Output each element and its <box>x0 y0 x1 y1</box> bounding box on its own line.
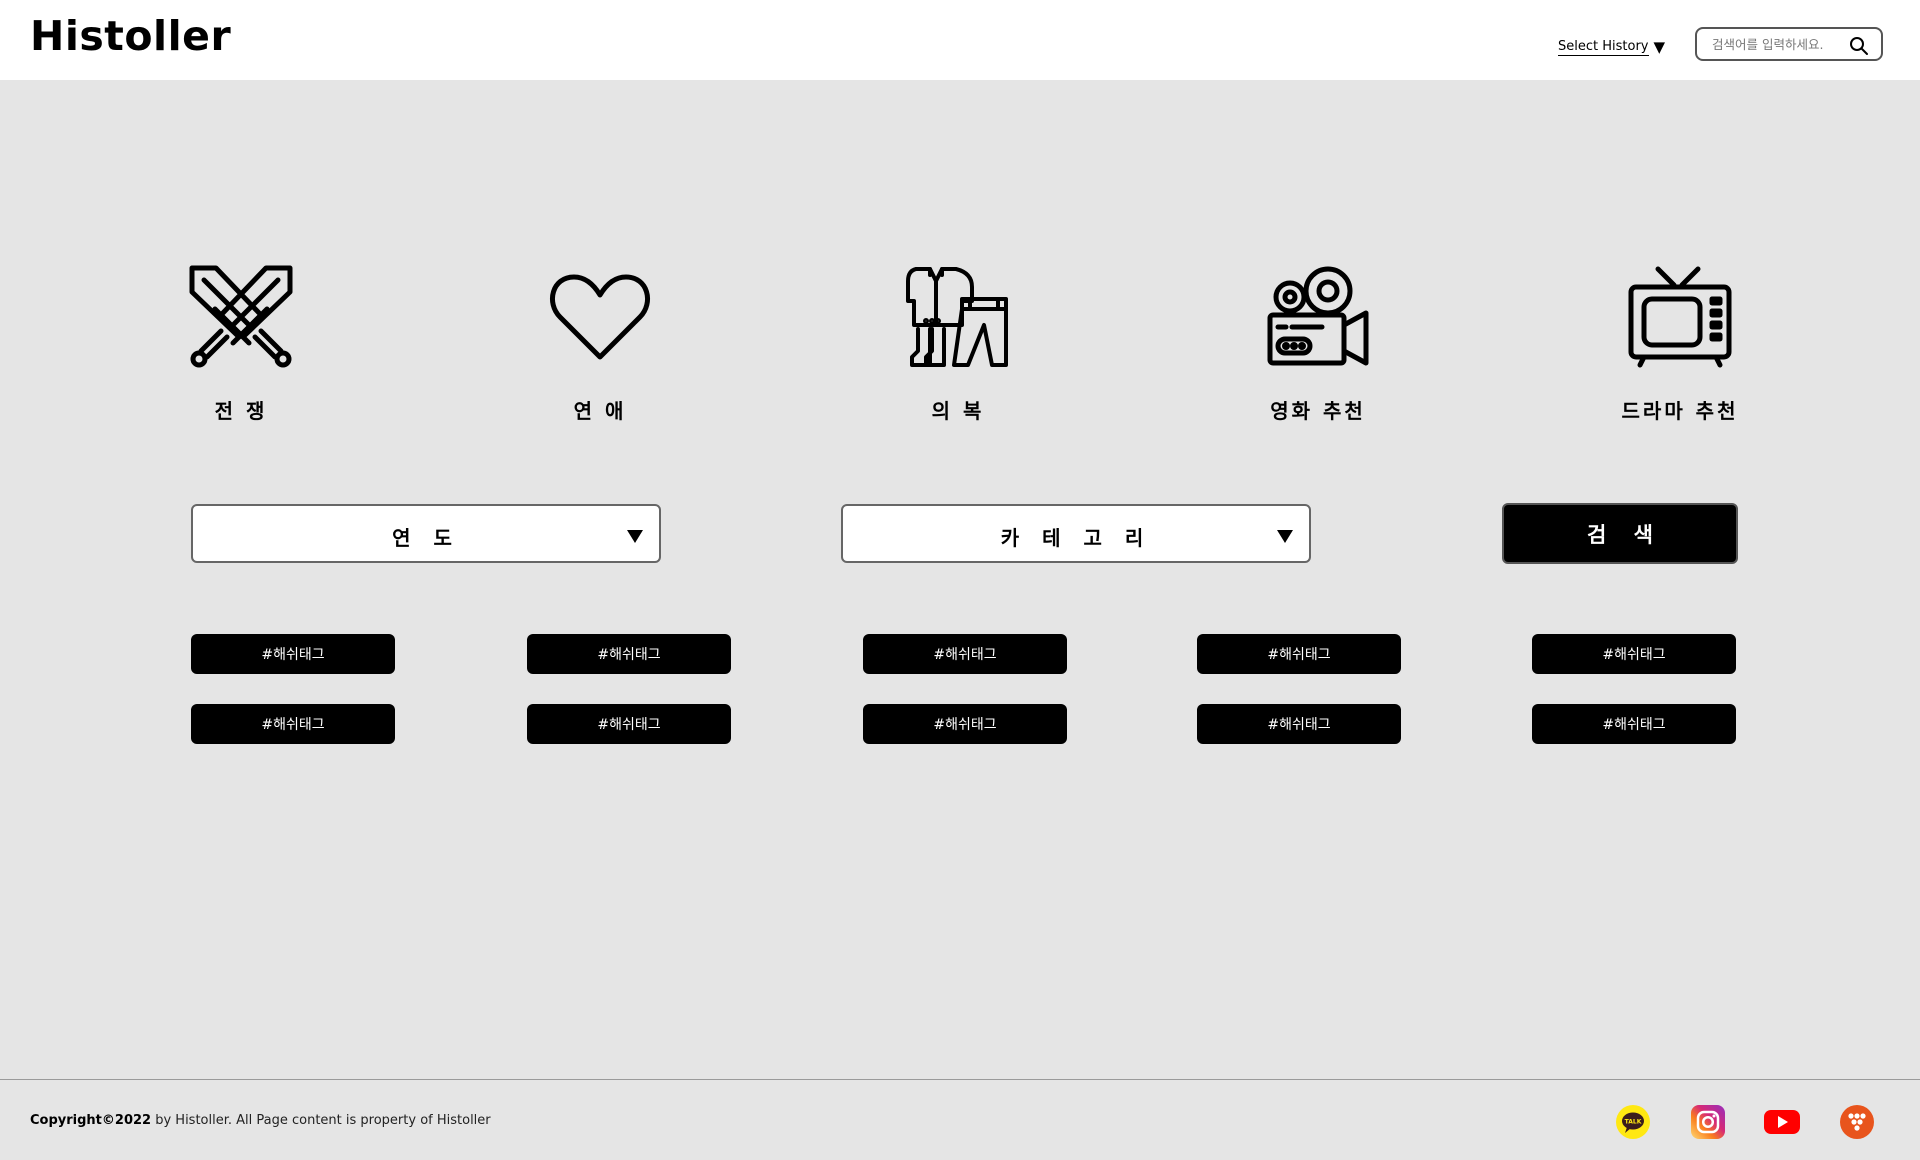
category-label: 연 애 <box>573 399 627 423</box>
footer-divider <box>0 1079 1920 1080</box>
category-drama[interactable]: 드라마 추천 <box>1560 265 1800 424</box>
hashtag-button[interactable]: #해쉬태그 <box>1532 704 1736 744</box>
youtube-icon[interactable] <box>1764 1105 1800 1139</box>
hashtag-button[interactable]: #해쉬태그 <box>1532 634 1736 674</box>
header: Histoller Select History ▼ <box>0 0 1920 80</box>
search-button[interactable]: 검 색 <box>1502 503 1738 564</box>
clothing-icon <box>838 265 1078 369</box>
copyright-text: by Histoller. All Page content is proper… <box>151 1113 491 1128</box>
triangle-down-icon: ▼ <box>1653 38 1666 56</box>
copyright: Copyright©2022 by Histoller. All Page co… <box>30 1113 491 1128</box>
history-select[interactable]: Select History ▼ <box>1558 38 1665 56</box>
hashtag-button[interactable]: #해쉬태그 <box>191 634 395 674</box>
category-label: 영화 추천 <box>1270 399 1366 423</box>
category-clothing[interactable]: 의 복 <box>838 265 1078 424</box>
search-icon[interactable] <box>1849 36 1869 60</box>
history-select-label: Select History <box>1558 38 1649 56</box>
hashtag-button[interactable]: #해쉬태그 <box>863 634 1067 674</box>
instagram-icon[interactable] <box>1691 1105 1725 1139</box>
movie-camera-icon <box>1198 265 1438 369</box>
hashtag-button[interactable]: #해쉬태그 <box>527 634 731 674</box>
television-icon <box>1560 265 1800 369</box>
search-box <box>1695 27 1883 61</box>
twitch-icon[interactable] <box>1840 1105 1874 1139</box>
year-dropdown[interactable]: 연 도 <box>191 504 661 563</box>
hashtag-button[interactable]: #해쉬태그 <box>527 704 731 744</box>
category-dropdown-label: 카 테 고 리 <box>1000 526 1152 550</box>
search-input[interactable] <box>1710 35 1842 53</box>
copyright-year: Copyright©2022 <box>30 1113 152 1128</box>
triangle-down-icon <box>1277 528 1293 547</box>
kakaotalk-icon[interactable]: TALK <box>1616 1105 1650 1139</box>
heart-icon <box>480 265 720 369</box>
category-war[interactable]: 전 쟁 <box>121 265 361 424</box>
crossed-swords-icon <box>121 265 361 369</box>
category-label: 드라마 추천 <box>1621 399 1739 423</box>
category-label: 전 쟁 <box>214 399 268 423</box>
hashtag-button[interactable]: #해쉬태그 <box>863 704 1067 744</box>
hashtag-button[interactable]: #해쉬태그 <box>191 704 395 744</box>
category-label: 의 복 <box>931 399 985 423</box>
category-movie[interactable]: 영화 추천 <box>1198 265 1438 424</box>
svg-text:TALK: TALK <box>1625 1119 1642 1126</box>
hashtag-button[interactable]: #해쉬태그 <box>1197 704 1401 744</box>
hashtag-button[interactable]: #해쉬태그 <box>1197 634 1401 674</box>
category-romance[interactable]: 연 애 <box>480 265 720 424</box>
triangle-down-icon <box>627 528 643 547</box>
category-dropdown[interactable]: 카 테 고 리 <box>841 504 1311 563</box>
logo[interactable]: Histoller <box>30 16 231 57</box>
year-dropdown-label: 연 도 <box>392 526 460 550</box>
